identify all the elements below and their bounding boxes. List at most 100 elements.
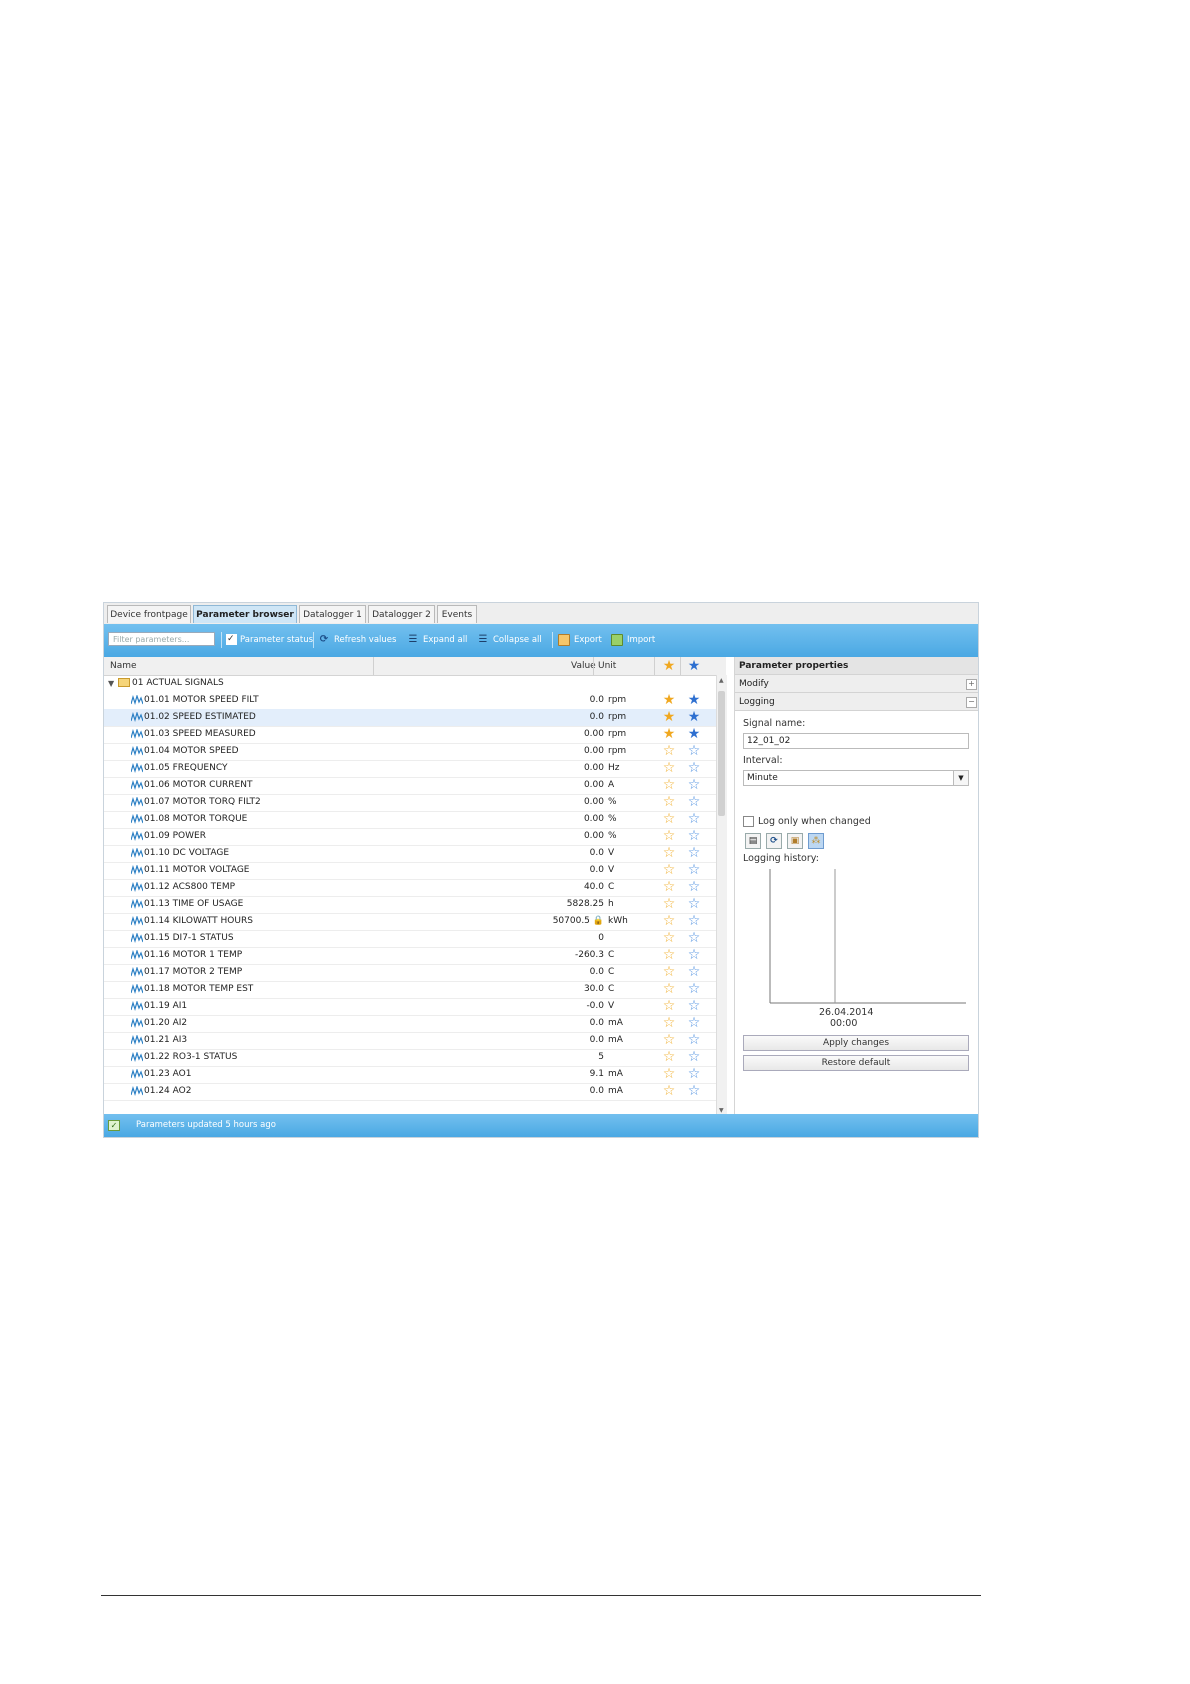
parameter-row[interactable]: 01.08 MOTOR TORQUE 0.00% ☆ ☆ [104, 811, 716, 829]
watch-star-icon[interactable]: ★ [687, 727, 701, 741]
watch-star-icon[interactable]: ☆ [687, 778, 701, 792]
apply-changes-button[interactable]: Apply changes [743, 1035, 969, 1051]
watch-star-icon[interactable]: ☆ [687, 795, 701, 809]
column-header-name[interactable]: Name [110, 657, 137, 675]
watch-star-icon[interactable]: ☆ [687, 1016, 701, 1030]
watch-star-icon[interactable]: ☆ [687, 1050, 701, 1064]
interval-select[interactable]: Minute ▼ [743, 770, 969, 786]
history-export-button[interactable]: ▣ [787, 833, 803, 849]
favorite-column-icon[interactable]: ★ [662, 659, 676, 673]
parameter-row[interactable]: 01.24 AO2 0.0 mA ☆ ☆ [104, 1083, 716, 1101]
parameter-row[interactable]: 01.05 FREQUENCY 0.00 Hz ☆ ☆ [104, 760, 716, 778]
parameter-row[interactable]: 01.20 AI2 0.0 mA ☆ ☆ [104, 1015, 716, 1033]
watch-star-icon[interactable]: ☆ [687, 863, 701, 877]
watch-star-icon[interactable]: ☆ [687, 1067, 701, 1081]
modify-section-header[interactable]: Modify + [735, 675, 978, 693]
column-header-value[interactable]: Value [571, 657, 596, 675]
parameter-row[interactable]: 01.14 KILOWATT HOURS 50700.5 🔒 kWh ☆ ☆ [104, 913, 716, 931]
filter-input[interactable]: Filter parameters... [108, 632, 215, 646]
column-header-unit[interactable]: Unit [598, 657, 616, 675]
favorite-star-icon[interactable]: ☆ [662, 931, 676, 945]
watch-star-icon[interactable]: ★ [687, 693, 701, 707]
restore-default-button[interactable]: Restore default [743, 1055, 969, 1071]
parameter-row[interactable]: 01.11 MOTOR VOLTAGE 0.0 V ☆ ☆ [104, 862, 716, 880]
watch-star-icon[interactable]: ☆ [687, 1084, 701, 1098]
parameter-row[interactable]: 01.06 MOTOR CURRENT 0.00 A ☆ ☆ [104, 777, 716, 795]
chevron-down-icon[interactable]: ▼ [953, 771, 968, 785]
watch-star-icon[interactable]: ☆ [687, 744, 701, 758]
logging-section-header[interactable]: Logging − [735, 693, 978, 711]
parameter-status-checkbox[interactable]: Parameter status [226, 632, 313, 647]
favorite-star-icon[interactable]: ★ [662, 710, 676, 724]
checkbox-checked-icon[interactable] [226, 632, 237, 646]
collapse-all-button[interactable]: ☰ Collapse all [477, 633, 542, 647]
expand-all-button[interactable]: ☰ Expand all [407, 633, 468, 647]
log-only-changed-checkbox[interactable]: Log only when changed [743, 816, 871, 827]
parameter-row[interactable]: 01.09 POWER 0.00% ☆ ☆ [104, 828, 716, 846]
parameter-row[interactable]: 01.12 ACS800 TEMP 40.0 C ☆ ☆ [104, 879, 716, 897]
watch-star-icon[interactable]: ☆ [687, 761, 701, 775]
favorite-star-icon[interactable]: ★ [662, 727, 676, 741]
parameter-row[interactable]: 01.03 SPEED MEASURED 0.00 rpm ★ ★ [104, 726, 716, 744]
watch-star-icon[interactable]: ☆ [687, 914, 701, 928]
history-chart-button[interactable]: ⁂ [808, 833, 824, 849]
favorite-star-icon[interactable]: ☆ [662, 778, 676, 792]
refresh-values-button[interactable]: ⟳ Refresh values [318, 633, 397, 647]
watch-star-icon[interactable]: ☆ [687, 931, 701, 945]
tab-parameter-browser[interactable]: Parameter browser [193, 605, 297, 623]
vertical-scrollbar[interactable]: ▲ ▼ [716, 675, 727, 1116]
favorite-star-icon[interactable]: ☆ [662, 795, 676, 809]
favorite-star-icon[interactable]: ☆ [662, 982, 676, 996]
collapse-minus-icon[interactable]: − [966, 697, 977, 708]
favorite-star-icon[interactable]: ☆ [662, 1016, 676, 1030]
export-button[interactable]: Export [558, 633, 602, 647]
import-button[interactable]: Import [611, 633, 655, 647]
favorite-star-icon[interactable]: ★ [662, 693, 676, 707]
parameter-row[interactable]: 01.17 MOTOR 2 TEMP 0.0 C ☆ ☆ [104, 964, 716, 982]
watch-star-icon[interactable]: ☆ [687, 880, 701, 894]
favorite-star-icon[interactable]: ☆ [662, 744, 676, 758]
tab-datalogger-1[interactable]: Datalogger 1 [299, 605, 366, 623]
scrollbar-thumb[interactable] [718, 691, 725, 816]
favorite-star-icon[interactable]: ☆ [662, 1050, 676, 1064]
parameter-row[interactable]: 01.13 TIME OF USAGE 5828.25 h ☆ ☆ [104, 896, 716, 914]
watch-star-icon[interactable]: ☆ [687, 948, 701, 962]
favorite-star-icon[interactable]: ☆ [662, 829, 676, 843]
tab-datalogger-2[interactable]: Datalogger 2 [368, 605, 435, 623]
parameter-row[interactable]: 01.01 MOTOR SPEED FILT 0.0 rpm ★ ★ [104, 692, 716, 710]
signal-name-input[interactable]: 12_01_02 [743, 733, 969, 749]
favorite-star-icon[interactable]: ☆ [662, 880, 676, 894]
history-refresh-button[interactable]: ⟳ [766, 833, 782, 849]
favorite-star-icon[interactable]: ☆ [662, 948, 676, 962]
watch-star-icon[interactable]: ☆ [687, 965, 701, 979]
favorite-star-icon[interactable]: ☆ [662, 999, 676, 1013]
watch-star-icon[interactable]: ★ [687, 710, 701, 724]
favorite-star-icon[interactable]: ☆ [662, 1084, 676, 1098]
favorite-star-icon[interactable]: ☆ [662, 863, 676, 877]
scroll-up-icon[interactable]: ▲ [719, 677, 724, 684]
parameter-row[interactable]: 01.23 AO1 9.1 mA ☆ ☆ [104, 1066, 716, 1084]
parameter-row[interactable]: 01.16 MOTOR 1 TEMP -260.3 C ☆ ☆ [104, 947, 716, 965]
parameter-row[interactable]: 01.04 MOTOR SPEED 0.00 rpm ☆ ☆ [104, 743, 716, 761]
watch-column-icon[interactable]: ★ [687, 659, 701, 673]
parameter-row[interactable]: 01.10 DC VOLTAGE 0.0 V ☆ ☆ [104, 845, 716, 863]
favorite-star-icon[interactable]: ☆ [662, 846, 676, 860]
watch-star-icon[interactable]: ☆ [687, 897, 701, 911]
watch-star-icon[interactable]: ☆ [687, 1033, 701, 1047]
watch-star-icon[interactable]: ☆ [687, 999, 701, 1013]
expand-plus-icon[interactable]: + [966, 679, 977, 690]
tab-device-frontpage[interactable]: Device frontpage [107, 605, 191, 623]
watch-star-icon[interactable]: ☆ [687, 812, 701, 826]
favorite-star-icon[interactable]: ☆ [662, 965, 676, 979]
parameter-row[interactable]: 01.19 AI1 -0.0 V ☆ ☆ [104, 998, 716, 1016]
tab-events[interactable]: Events [437, 605, 477, 623]
favorite-star-icon[interactable]: ☆ [662, 812, 676, 826]
scroll-down-icon[interactable]: ▼ [719, 1107, 724, 1114]
group-row[interactable]: ▼ 01 ACTUAL SIGNALS [104, 675, 716, 692]
watch-star-icon[interactable]: ☆ [687, 829, 701, 843]
parameter-row[interactable]: 01.22 RO3-1 STATUS 5 ☆ ☆ [104, 1049, 716, 1067]
parameter-row[interactable]: 01.21 AI3 0.0 mA ☆ ☆ [104, 1032, 716, 1050]
parameter-row[interactable]: 01.02 SPEED ESTIMATED 0.0 rpm ★ ★ [104, 709, 716, 727]
expand-triangle-icon[interactable]: ▼ [108, 675, 114, 692]
favorite-star-icon[interactable]: ☆ [662, 914, 676, 928]
